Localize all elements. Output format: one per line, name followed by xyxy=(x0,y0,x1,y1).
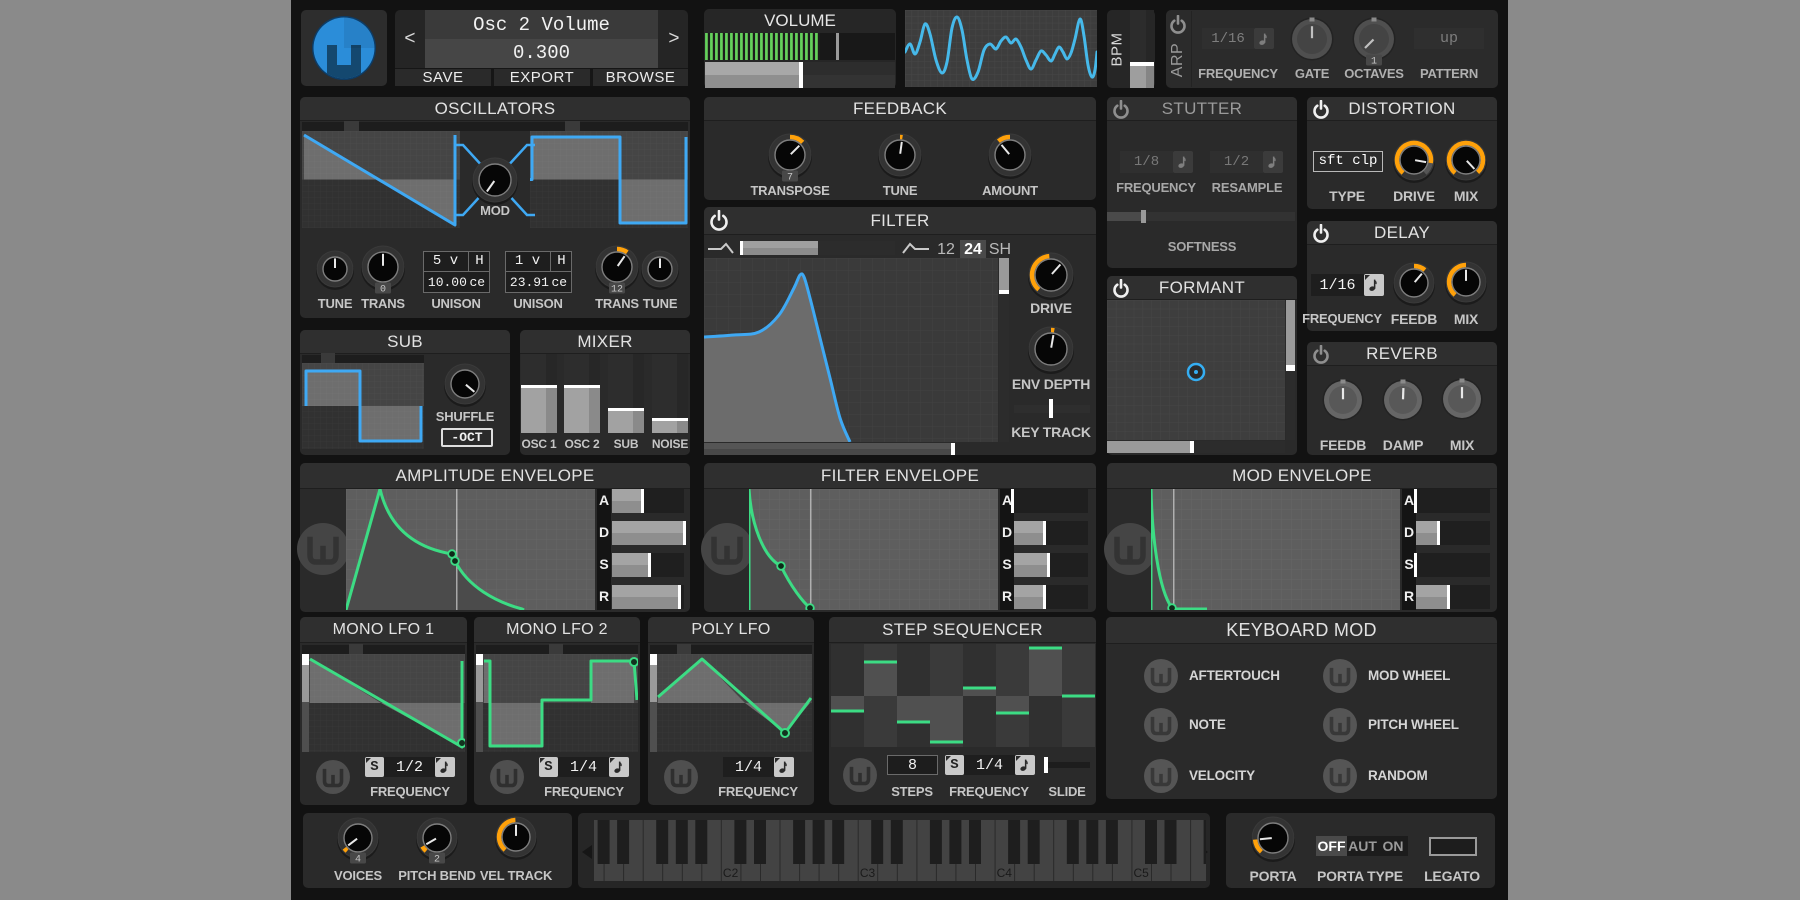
svg-text:4: 4 xyxy=(355,855,361,866)
svg-text:12: 12 xyxy=(611,285,623,296)
svg-text:C4: C4 xyxy=(997,866,1013,880)
svg-text:C3: C3 xyxy=(860,866,876,880)
svg-text:C2: C2 xyxy=(723,866,739,880)
svg-text:0: 0 xyxy=(380,285,386,296)
svg-text:7: 7 xyxy=(787,173,793,184)
svg-text:C5: C5 xyxy=(1134,866,1150,880)
svg-text:2: 2 xyxy=(434,855,440,866)
